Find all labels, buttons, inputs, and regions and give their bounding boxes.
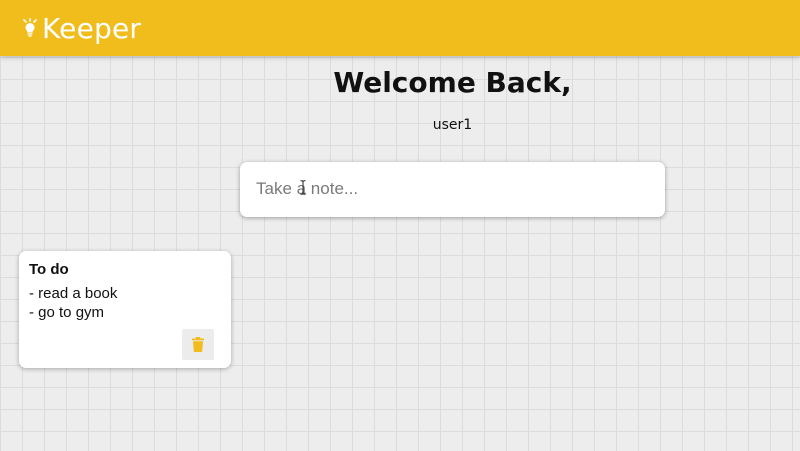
username-label: user1 [432,117,473,133]
note-line: - read a book [29,285,118,302]
welcome-heading: Welcome Back, [333,66,572,99]
delete-note-button[interactable] [182,329,214,360]
app-name: Keeper [42,11,142,45]
note-content: - read a book - go to gym [29,284,117,322]
text-cursor-icon [300,180,306,195]
trash-icon [192,337,204,352]
note-card: To do - read a book - go to gym [19,251,231,368]
note-line: - go to gym [29,304,105,321]
note-title: To do [29,261,69,278]
app-header: Keeper [0,0,800,56]
logo[interactable]: Keeper [21,12,141,45]
lightbulb-icon [21,18,39,38]
note-input[interactable] [256,174,646,204]
